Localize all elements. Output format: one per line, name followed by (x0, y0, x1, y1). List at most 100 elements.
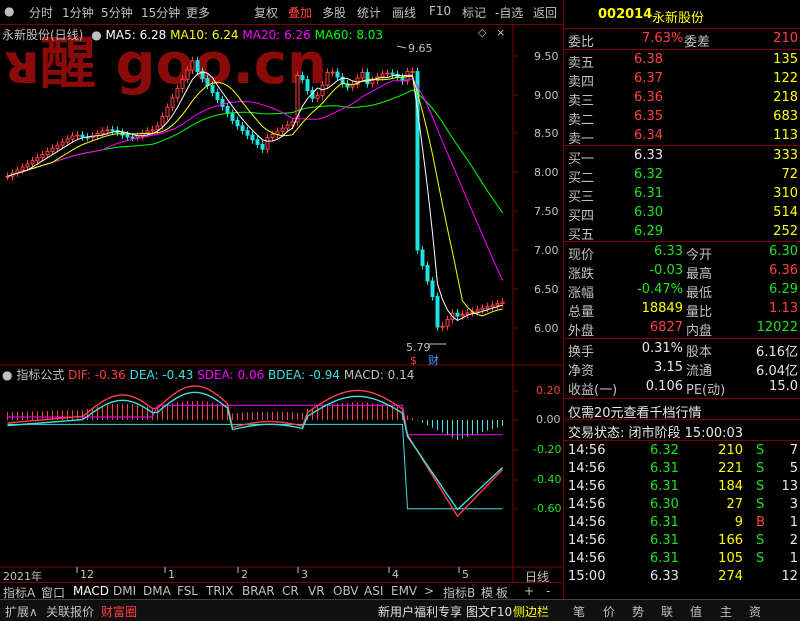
toolbar-item-duogu[interactable]: 多股 (322, 4, 346, 21)
candle-body (475, 309, 480, 312)
ask-row: 卖三 6.36 218 (564, 89, 800, 109)
toolbar-item-more[interactable]: 更多 (186, 4, 210, 21)
tab-asi[interactable]: ASI (364, 584, 383, 598)
toolbar-item-5min[interactable]: 5分钟 (101, 4, 133, 21)
related-quotes-button[interactable]: 关联报价 (46, 603, 94, 620)
zoom-out-button[interactable]: - (546, 584, 550, 598)
time-tick: 1 (168, 568, 175, 581)
ma5-label: MA5: 6.28 (105, 28, 167, 42)
new-user-promo[interactable]: 新用户福利专享 (378, 603, 462, 620)
expand-button[interactable]: 扩展∧ (5, 603, 38, 620)
chart-area[interactable]: ᴚ醒 goo.cn 9.65 5.79 $ 财 (0, 25, 563, 598)
stat-value: 6.16亿 (756, 345, 798, 360)
toolbar-item-tongji[interactable]: 统计 (357, 4, 381, 21)
tick-count: 2 (789, 533, 798, 548)
ask-volume: 113 (773, 128, 798, 143)
stat-label: PE(动) (686, 383, 726, 398)
candle-body (190, 60, 195, 71)
tab-obv[interactable]: OBV (333, 584, 359, 598)
wealth-circle-button[interactable]: 财富圈 (101, 603, 137, 620)
tab-brar[interactable]: BRAR (242, 584, 275, 598)
candle-body (225, 105, 230, 114)
diamond-icon[interactable]: ◇ (478, 26, 486, 39)
tick-row: 14:56 6.31 184 S 13 (564, 478, 800, 497)
toolbar-item-fenshi[interactable]: 分时 (29, 4, 53, 21)
toolbar-item-1min[interactable]: 1分钟 (62, 4, 94, 21)
tick-price: 6.33 (650, 569, 679, 584)
stat-value: 3.15 (654, 360, 683, 375)
sidebar-button[interactable]: 侧边栏 (513, 603, 549, 620)
tab-next[interactable]: > (424, 584, 434, 598)
stat-value: 12022 (756, 320, 798, 335)
time-tick: 4 (392, 568, 399, 581)
settings-icon[interactable]: ● (91, 28, 101, 42)
candle-body (20, 166, 25, 171)
tick-volume: 166 (718, 533, 743, 548)
stat2-row: 收益(一) 0.106 PE(动) 15.0 (564, 378, 800, 398)
tab-lian[interactable]: 联 (661, 603, 673, 620)
f10-button[interactable]: 图文F10 (466, 603, 512, 620)
candle-body (370, 79, 375, 85)
toolbar-item-15min[interactable]: 15分钟 (141, 4, 180, 21)
candle-body (500, 301, 505, 305)
finance-marker[interactable]: 财 (428, 353, 439, 367)
bid-row: 买一 6.33 333 (564, 147, 800, 167)
tick-time: 14:56 (568, 461, 606, 476)
candle-body (40, 154, 45, 159)
tab-cr[interactable]: CR (282, 584, 299, 598)
close-icon[interactable]: × (496, 26, 505, 39)
zoom-in-button[interactable]: + (524, 584, 534, 598)
toolbar-item-zixuan[interactable]: -自选 (495, 4, 523, 21)
tab-shi[interactable]: 势 (632, 603, 644, 620)
tab-bi[interactable]: 笔 (573, 603, 585, 620)
candle-body (280, 127, 285, 132)
ask-row: 卖一 6.34 113 (564, 127, 800, 147)
candle-body (495, 303, 500, 306)
ask-volume: 122 (773, 71, 798, 86)
candle-body (165, 106, 170, 118)
indicator-settings-icon[interactable]: ● (2, 368, 12, 382)
promo-row[interactable]: 仅需20元查看千档行情 (564, 401, 800, 421)
candle-body (440, 325, 445, 328)
ma20-label: MA20: 6.26 (242, 28, 311, 42)
macd-histogram (7, 400, 503, 440)
tick-side: S (756, 461, 765, 476)
tab-zhi[interactable]: 值 (690, 603, 702, 620)
tab-dma[interactable]: DMA (143, 584, 171, 598)
weibi-row: 委比 7.63% 委差 210 (564, 30, 800, 50)
toolbar-item-huaxian[interactable]: 画线 (392, 4, 416, 21)
toolbar-item-biaoji[interactable]: 标记 (462, 4, 486, 21)
candle-body (100, 130, 105, 134)
tab-fsl[interactable]: FSL (177, 584, 198, 598)
candle-body (150, 129, 155, 132)
tick-side: S (756, 479, 765, 494)
toolbar-item-f10[interactable]: F10 (429, 4, 451, 18)
ask-price: 6.38 (634, 52, 663, 67)
stat-label: 收益(一) (568, 383, 618, 398)
candle-body (240, 125, 245, 131)
stat-label: 净资 (568, 364, 595, 379)
stat-value: 1.13 (769, 301, 798, 316)
tab-trix[interactable]: TRIX (206, 584, 233, 598)
indicator-title[interactable]: 指标公式 (16, 368, 64, 382)
tab-macd[interactable]: MACD (73, 584, 109, 598)
candle-body (285, 124, 290, 129)
tab-zi[interactable]: 资 (749, 603, 761, 620)
ask-row: 卖五 6.38 135 (564, 51, 800, 71)
stat-label: 股本 (686, 345, 713, 360)
tab-emv[interactable]: EMV (391, 584, 417, 598)
candle-body (35, 157, 40, 162)
bid-label: 买一 (568, 152, 595, 167)
bid-volume: 252 (773, 224, 798, 239)
tab-vr[interactable]: VR (308, 584, 325, 598)
tick-time: 15:00 (568, 569, 606, 584)
toolbar-item-fuquan[interactable]: 复权 (254, 4, 278, 21)
tab-zhu[interactable]: 主 (720, 603, 732, 620)
tab-dmi[interactable]: DMI (113, 584, 136, 598)
toolbar-item-back[interactable]: 返回 (533, 4, 557, 21)
tab-jia[interactable]: 价 (603, 603, 615, 620)
candle-body (360, 71, 365, 79)
tick-side: B (756, 515, 765, 530)
toolbar-item-diejia[interactable]: 叠加 (288, 4, 312, 21)
time-tick: 2 (241, 568, 248, 581)
